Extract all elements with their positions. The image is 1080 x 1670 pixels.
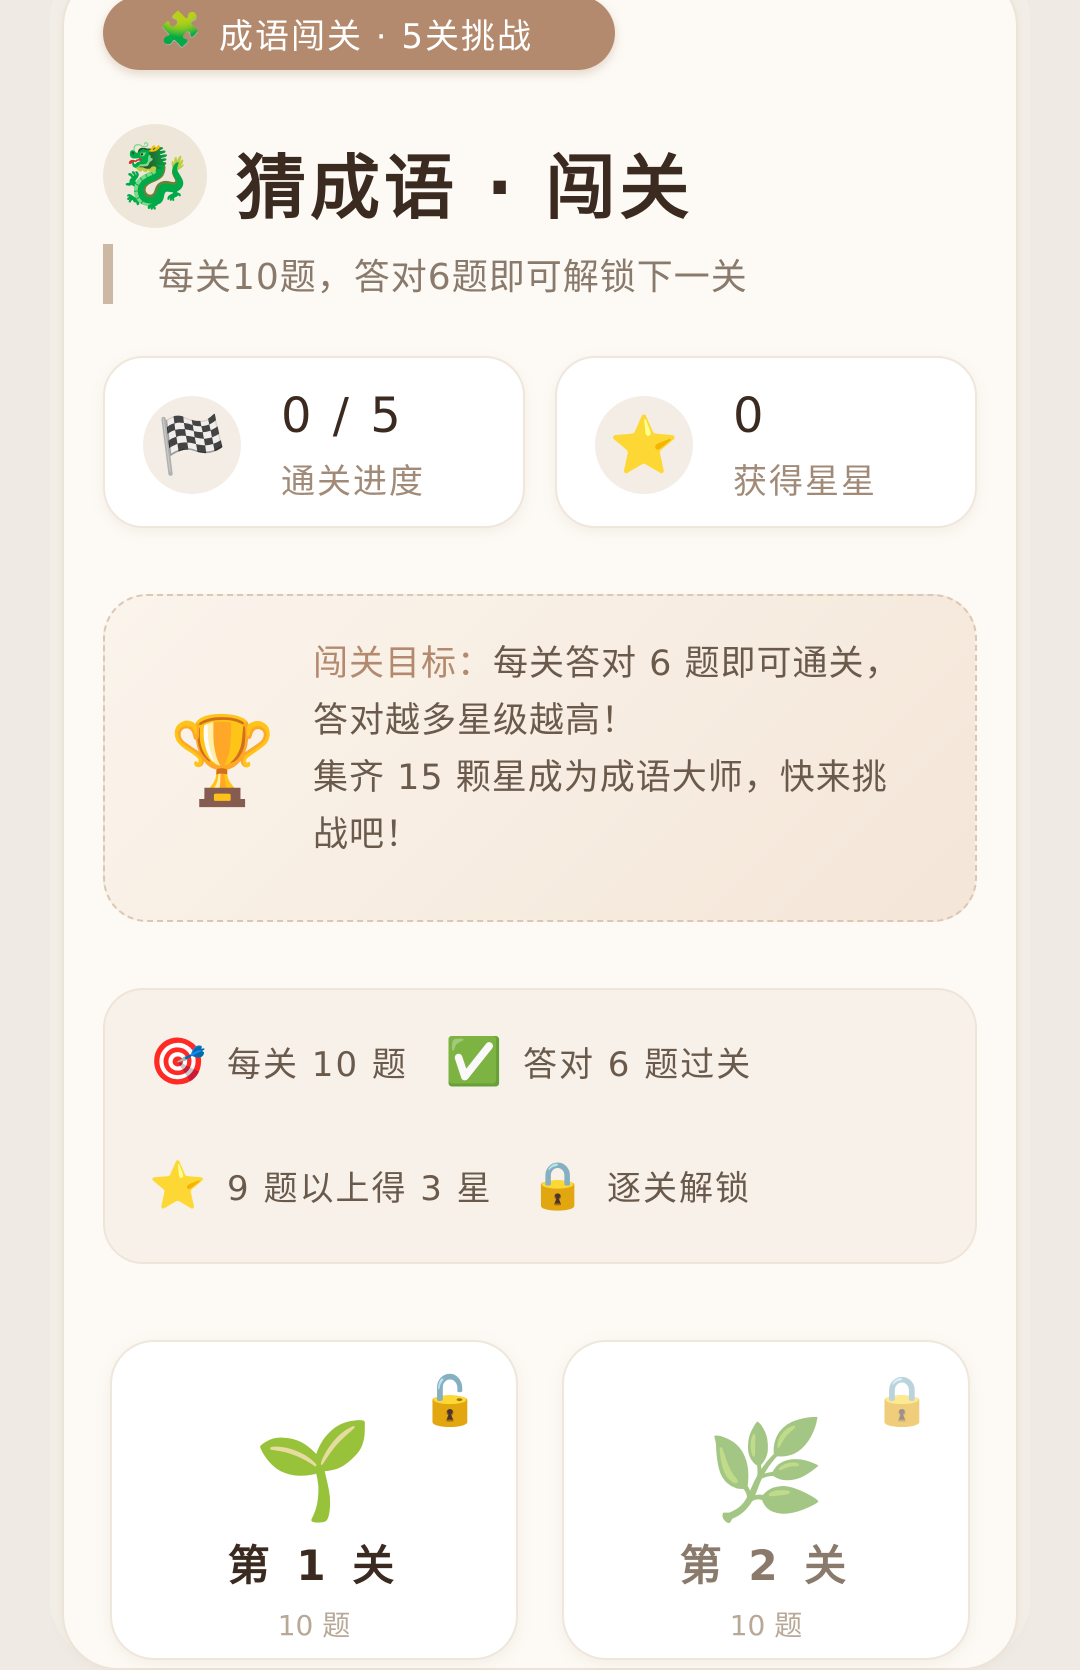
progress-label: 通关进度 <box>281 462 425 502</box>
star-icon: ⭐ <box>149 1158 209 1212</box>
rule-item: 🔒 逐关解锁 <box>529 1158 751 1213</box>
check-mark-icon: ✅ <box>445 1034 505 1088</box>
level-name: 第 1 关 <box>227 1541 401 1590</box>
trophy-icon: 🏆 <box>169 711 277 811</box>
goal-label: 闯关目标： <box>313 644 494 684</box>
level-card-1[interactable]: 🔓 🌱 第 1 关 10 题 <box>110 1340 518 1660</box>
stat-card-stars: ⭐ 0 获得星星 <box>555 356 977 528</box>
level-card-2[interactable]: 🔒 🌿 第 2 关 10 题 <box>562 1340 970 1660</box>
subtitle-accent-bar <box>103 244 113 304</box>
dragon-icon: 🐉 <box>103 124 207 228</box>
goal-line-2: 集齐 15 颗星成为成语大师，快来挑战吧！ <box>313 758 888 855</box>
stars-label: 获得星星 <box>733 462 877 502</box>
checkered-flag-icon: 🏁 <box>143 396 241 494</box>
rule-text: 9 题以上得 3 星 <box>227 1169 493 1209</box>
page-subtitle: 每关10题，答对6题即可解锁下一关 <box>158 257 748 298</box>
rule-text: 答对 6 题过关 <box>523 1045 753 1085</box>
mode-badge: 🧩 成语闯关 · 5关挑战 <box>103 0 615 70</box>
stat-card-progress: 🏁 0 / 5 通关进度 <box>103 356 525 528</box>
level-question-count: 10 题 <box>277 1609 351 1642</box>
target-icon: 🎯 <box>149 1034 209 1088</box>
herb-icon: 🌿 <box>706 1414 826 1526</box>
rule-text: 逐关解锁 <box>607 1169 751 1209</box>
lock-icon: 🔒 <box>529 1158 589 1212</box>
level-name: 第 2 关 <box>679 1541 853 1590</box>
level-question-count: 10 题 <box>729 1609 803 1642</box>
puzzle-icon: 🧩 <box>159 10 204 50</box>
mode-badge-text: 成语闯关 · 5关挑战 <box>219 16 534 57</box>
rule-text: 每关 10 题 <box>227 1045 408 1085</box>
rule-item: ⭐ 9 题以上得 3 星 <box>149 1158 493 1213</box>
rule-item: ✅ 答对 6 题过关 <box>445 1034 752 1089</box>
rule-item: 🎯 每关 10 题 <box>149 1034 408 1089</box>
progress-value: 0 / 5 <box>281 388 404 444</box>
stars-value: 0 <box>733 388 767 444</box>
star-icon: ⭐ <box>595 396 693 494</box>
page-title: 猜成语 · 闯关 <box>236 147 694 229</box>
seedling-icon: 🌱 <box>254 1414 374 1526</box>
goal-text: 闯关目标：每关答对 6 题即可通关，答对越多星级越高！ 集齐 15 颗星成为成语… <box>313 636 913 864</box>
rules-panel: 🎯 每关 10 题 ✅ 答对 6 题过关 ⭐ 9 题以上得 3 星 🔒 逐关解锁 <box>103 988 977 1264</box>
goal-panel: 🏆 闯关目标：每关答对 6 题即可通关，答对越多星级越高！ 集齐 15 颗星成为… <box>103 594 977 922</box>
